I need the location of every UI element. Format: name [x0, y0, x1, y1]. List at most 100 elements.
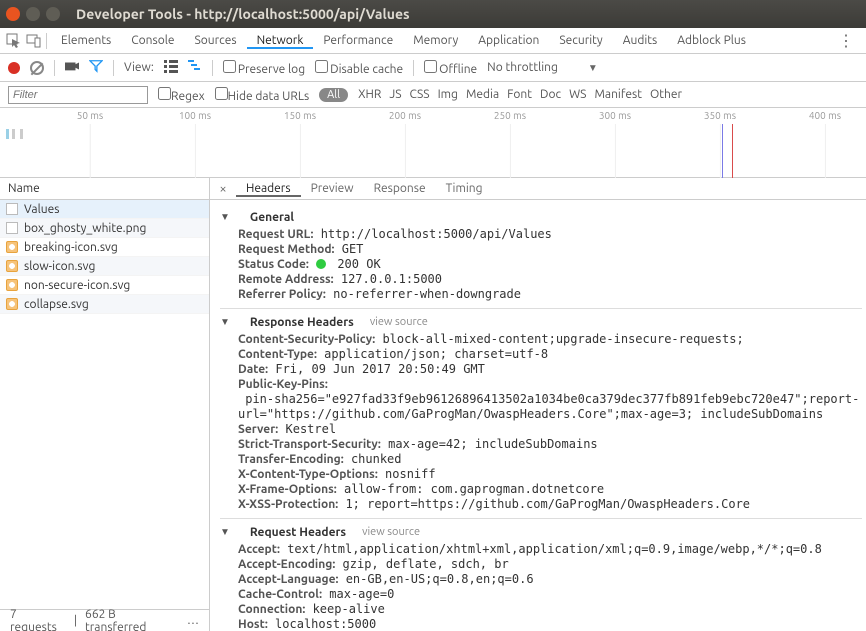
filter-type-img[interactable]: Img [438, 88, 458, 101]
tab-adblock-plus[interactable]: Adblock Plus [667, 34, 756, 47]
request-name: non-secure-icon.svg [24, 279, 130, 292]
tab-elements[interactable]: Elements [51, 34, 121, 47]
header-key: Connection: [238, 602, 305, 617]
tab-console[interactable]: Console [121, 34, 184, 47]
view-source-link[interactable]: view source [362, 526, 420, 540]
record-icon[interactable] [8, 62, 20, 74]
section-response-headers[interactable]: ▼Response Headersview source [220, 315, 862, 330]
preserve-log-checkbox[interactable]: Preserve log [223, 60, 305, 76]
header-row: Accept-Encoding: gzip, deflate, sdch, br [238, 557, 862, 572]
section-general[interactable]: ▼General [220, 210, 862, 225]
header-key: Server: [238, 422, 278, 437]
header-value: max-age=42; includeSubDomains [381, 437, 598, 452]
request-list[interactable]: Valuesbox_ghosty_white.png breaking-icon.… [0, 200, 209, 609]
request-name: slow-icon.svg [24, 260, 95, 273]
tab-performance[interactable]: Performance [313, 34, 403, 47]
disable-cache-checkbox[interactable]: Disable cache [315, 60, 403, 76]
header-value: nosniff [378, 467, 436, 482]
request-row[interactable]: collapse.svg [0, 295, 209, 314]
request-row[interactable]: breaking-icon.svg [0, 238, 209, 257]
header-value: gzip, deflate, sdch, br [335, 557, 508, 572]
filter-type-css[interactable]: CSS [410, 88, 430, 101]
filter-icon[interactable] [89, 59, 103, 76]
view-large-icon[interactable] [164, 59, 178, 76]
request-row[interactable]: slow-icon.svg [0, 257, 209, 276]
devtools-tabbar: ElementsConsoleSourcesNetworkPerformance… [0, 28, 866, 54]
window-title: Developer Tools - http://localhost:5000/… [76, 6, 410, 22]
header-row: Public-Key-Pins: pin-sha256="e927fad33f9… [238, 377, 862, 422]
timeline-marker [12, 129, 15, 139]
filter-input[interactable] [8, 86, 148, 104]
header-row: Status Code: 200 OK [238, 257, 862, 272]
filter-type-ws[interactable]: WS [569, 88, 586, 101]
header-row: Date: Fri, 09 Jun 2017 20:50:49 GMT [238, 362, 862, 377]
request-row[interactable]: box_ghosty_white.png [0, 219, 209, 238]
header-value: 1; report=https://github.com/GaProgMan/O… [338, 497, 750, 512]
offline-checkbox[interactable]: Offline [424, 60, 477, 76]
request-row[interactable]: Values [0, 200, 209, 219]
window-close-icon[interactable] [6, 7, 20, 21]
screenshot-icon[interactable] [65, 59, 79, 76]
header-value: block-all-mixed-content;upgrade-insecure… [375, 332, 743, 347]
header-key: X-XSS-Protection: [238, 497, 338, 512]
header-row: Request URL: http://localhost:5000/api/V… [238, 227, 862, 242]
request-name: breaking-icon.svg [24, 241, 118, 254]
headers-panel: ▼General Request URL: http://localhost:5… [210, 200, 866, 631]
network-filterbar: Regex Hide data URLs All XHR JS CSS Img Medi… [0, 82, 866, 108]
filter-type-media[interactable]: Media [466, 88, 499, 101]
timeline-tick: 250 ms [494, 110, 526, 121]
filter-type-doc[interactable]: Doc [540, 88, 561, 101]
tab-sources[interactable]: Sources [184, 34, 246, 47]
view-waterfall-icon[interactable] [188, 59, 202, 76]
header-row: Accept: text/html,application/xhtml+xml,… [238, 542, 862, 557]
window-titlebar: Developer Tools - http://localhost:5000/… [0, 0, 866, 28]
header-row: Strict-Transport-Security: max-age=42; i… [238, 437, 862, 452]
header-key: Request Method: [238, 242, 335, 257]
header-row: Connection: keep-alive [238, 602, 862, 617]
header-row: Cache-Control: max-age=0 [238, 587, 862, 602]
tab-audits[interactable]: Audits [613, 34, 668, 47]
header-value: en-GB,en-US;q=0.8,en;q=0.6 [338, 572, 533, 587]
tab-memory[interactable]: Memory [403, 34, 468, 47]
view-source-link[interactable]: view source [370, 316, 428, 330]
close-detail-icon[interactable]: × [214, 182, 232, 196]
inspect-icon[interactable] [6, 33, 22, 49]
timeline-tick: 50 ms [77, 110, 104, 121]
more-menu-icon[interactable]: ⋮ [832, 31, 860, 50]
throttling-select[interactable]: No throttling▼ [487, 61, 598, 74]
filter-type-js[interactable]: JS [389, 88, 401, 101]
request-row[interactable]: non-secure-icon.svg [0, 276, 209, 295]
clear-icon[interactable] [30, 61, 44, 75]
tab-application[interactable]: Application [468, 34, 549, 47]
hide-data-urls-checkbox[interactable]: Hide data URLs [215, 87, 309, 103]
header-key: X-Content-Type-Options: [238, 467, 378, 482]
filter-type-xhr[interactable]: XHR [358, 88, 381, 101]
window-maximize-icon[interactable] [46, 7, 60, 21]
header-key: Host: [238, 617, 268, 631]
request-name: collapse.svg [24, 298, 89, 311]
file-icon [6, 222, 18, 234]
tab-network[interactable]: Network [247, 34, 314, 49]
timeline-domcontent-line [722, 124, 723, 178]
header-row: Remote Address: 127.0.0.1:5000 [238, 272, 862, 287]
detail-tab-preview[interactable]: Preview [301, 182, 364, 195]
filter-type-other[interactable]: Other [650, 88, 682, 101]
detail-tab-response[interactable]: Response [364, 182, 436, 195]
detail-tab-headers[interactable]: Headers [236, 182, 301, 197]
section-request-headers[interactable]: ▼Request Headersview source [220, 525, 862, 540]
network-toolbar: View: Preserve log Disable cache Offline… [0, 54, 866, 82]
window-minimize-icon[interactable] [26, 7, 40, 21]
header-key: Transfer-Encoding: [238, 452, 344, 467]
device-toggle-icon[interactable] [26, 33, 42, 49]
svg-file-icon [6, 279, 18, 291]
regex-checkbox[interactable]: Regex [158, 87, 205, 103]
filter-type-font[interactable]: Font [507, 88, 532, 101]
tab-security[interactable]: Security [549, 34, 612, 47]
filter-all-pill[interactable]: All [319, 88, 348, 102]
header-value: Kestrel [278, 422, 336, 437]
detail-tab-timing[interactable]: Timing [436, 182, 493, 195]
network-timeline[interactable]: 50 ms100 ms150 ms200 ms250 ms300 ms350 m… [0, 108, 866, 178]
status-requests: 7 requests [10, 608, 66, 631]
request-list-header: Name [0, 178, 209, 200]
filter-type-manifest[interactable]: Manifest [594, 88, 641, 101]
